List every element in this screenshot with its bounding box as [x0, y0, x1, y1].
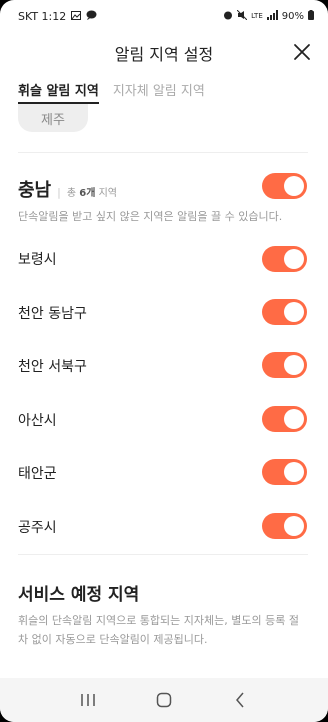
mute-icon — [236, 9, 248, 23]
city-toggle-cheonan-seobuk[interactable] — [262, 352, 307, 378]
battery-icon — [308, 9, 314, 23]
battery-level: 90% — [281, 10, 304, 22]
status-bar: SKT 1:12 LTE 90% — [0, 0, 328, 32]
section-description: 휘슬의 단속알림 지역으로 통합되는 지자체는, 별도의 등록 절차 없이 자동… — [18, 614, 299, 646]
city-label: 태안군 — [18, 466, 57, 482]
section-title: 서비스 예정 지역 — [18, 585, 140, 605]
tab-whistle-regions[interactable]: 휘슬 알림 지역 — [18, 80, 99, 104]
region-name: 충남 — [18, 180, 52, 201]
region-header: 충남 | 총 6개 지역 — [18, 176, 117, 202]
alarm-icon — [223, 10, 233, 23]
city-label: 공주시 — [18, 520, 57, 536]
home-button[interactable] — [152, 688, 176, 712]
recents-button[interactable] — [76, 688, 100, 712]
system-nav-bar — [0, 678, 328, 722]
city-toggle-gongju[interactable] — [262, 513, 307, 539]
region-master-toggle[interactable] — [262, 173, 307, 199]
app-screen: SKT 1:12 LTE 90% 알림 지역 설정 휘슬 알림 지역 지자체 알… — [0, 0, 328, 722]
tab-local-gov-regions[interactable]: 지자체 알림 지역 — [113, 80, 205, 104]
city-label: 아산시 — [18, 413, 57, 429]
chat-notification-icon — [86, 10, 97, 23]
tab-bar: 휘슬 알림 지역 지자체 알림 지역 — [18, 80, 205, 104]
divider — [18, 554, 308, 555]
city-label: 천안 서북구 — [18, 359, 87, 375]
back-icon — [236, 692, 244, 708]
home-icon — [156, 692, 172, 708]
signal-icon — [266, 9, 278, 23]
image-notification-icon — [71, 10, 82, 23]
carrier-time: SKT 1:12 — [18, 9, 67, 23]
region-count: 총 6개 지역 — [67, 184, 117, 199]
header: 알림 지역 설정 — [0, 32, 328, 72]
region-chip-jeju[interactable]: 제주 — [18, 104, 88, 132]
city-toggle-boryeong[interactable] — [262, 246, 307, 272]
divider — [18, 152, 308, 153]
content-scroll[interactable]: 제주 충남 | 총 6개 지역 단속알림을 받고 싶지 않은 지역은 알림을 끌… — [0, 104, 328, 678]
city-toggle-cheonan-dongnam[interactable] — [262, 299, 307, 325]
close-button[interactable] — [290, 40, 314, 64]
city-toggle-asan[interactable] — [262, 406, 307, 432]
page-title: 알림 지역 설정 — [114, 45, 214, 64]
city-toggle-taean[interactable] — [262, 459, 307, 485]
region-count-prefix: 총 — [66, 188, 77, 199]
region-separator: | — [57, 186, 61, 199]
region-count-value: 6개 — [79, 188, 96, 199]
back-button[interactable] — [228, 688, 252, 712]
recents-icon — [81, 694, 95, 706]
close-icon — [294, 44, 310, 60]
city-label: 보령시 — [18, 252, 57, 268]
lte-label: LTE — [251, 12, 263, 20]
city-label: 천안 동남구 — [18, 306, 87, 322]
region-description: 단속알림을 받고 싶지 않은 지역은 알림을 끌 수 있습니다. — [18, 210, 283, 223]
region-count-suffix: 지역 — [98, 188, 117, 199]
